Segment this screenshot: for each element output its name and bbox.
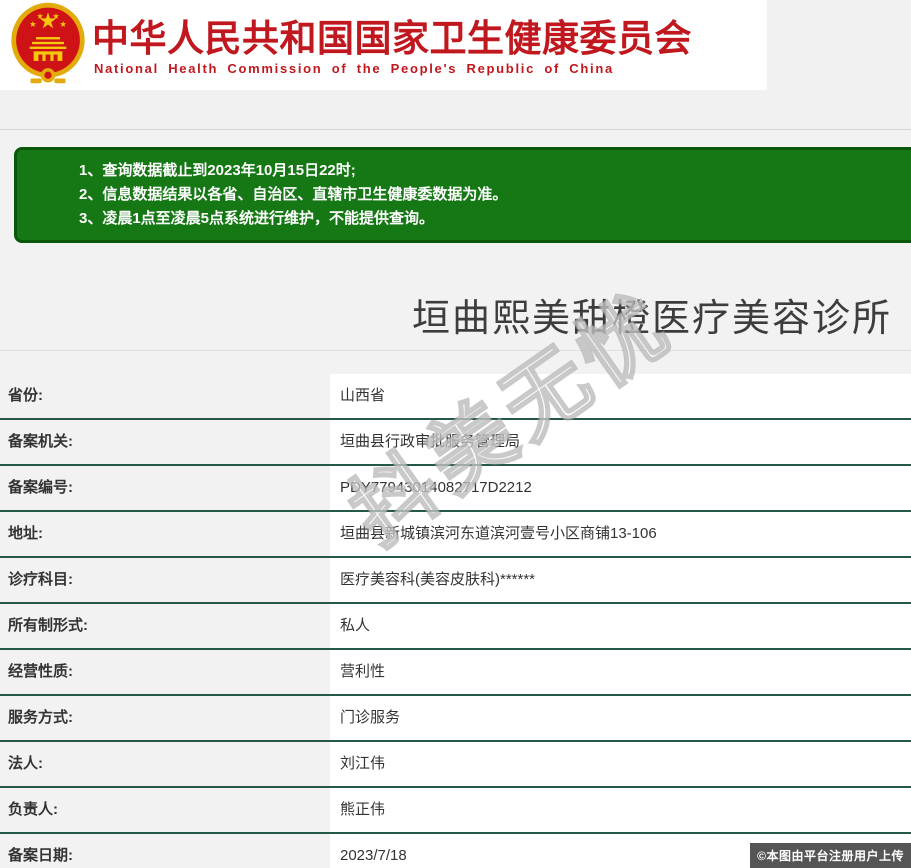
table-row: 备案机关: 垣曲县行政审批服务管理局 bbox=[0, 420, 911, 466]
field-value: 刘江伟 bbox=[330, 742, 911, 786]
table-row: 地址: 垣曲县新城镇滨河东道滨河壹号小区商铺13-106 bbox=[0, 512, 911, 558]
field-label: 备案编号: bbox=[0, 466, 330, 510]
info-table: 省份: 山西省 备案机关: 垣曲县行政审批服务管理局 备案编号: PDY779430140… bbox=[0, 374, 911, 868]
field-label: 法人: bbox=[0, 742, 330, 786]
field-value: 私人 bbox=[330, 604, 911, 648]
table-row: 诊疗科目: 医疗美容科(美容皮肤科)****** bbox=[0, 558, 911, 604]
header-title-en: National Health Commission of the People… bbox=[94, 61, 614, 76]
notice-line-1: 1、查询数据截止到2023年10月15日22时; bbox=[79, 162, 356, 179]
field-label: 负责人: bbox=[0, 788, 330, 832]
field-label: 省份: bbox=[0, 374, 330, 418]
table-top-divider bbox=[0, 350, 911, 351]
table-row: 省份: 山西省 bbox=[0, 374, 911, 420]
field-value: 垣曲县行政审批服务管理局 bbox=[330, 420, 911, 464]
field-label: 服务方式: bbox=[0, 696, 330, 740]
nhc-record-query-page: 中华人民共和国国家卫生健康委员会 National Health Commiss… bbox=[0, 0, 911, 868]
upload-credit-badge: ©本图由平台注册用户上传 bbox=[750, 843, 911, 868]
notice-box: 1、查询数据截止到2023年10月15日22时; 2、信息数据结果以各省、自治区… bbox=[14, 147, 911, 243]
field-label: 备案日期: bbox=[0, 834, 330, 868]
table-row: 所有制形式: 私人 bbox=[0, 604, 911, 650]
header-title-cn: 中华人民共和国国家卫生健康委员会 bbox=[92, 18, 692, 59]
field-value: 医疗美容科(美容皮肤科)****** bbox=[330, 558, 911, 602]
field-label: 备案机关: bbox=[0, 420, 330, 464]
field-label: 经营性质: bbox=[0, 650, 330, 694]
table-row: 法人: 刘江伟 bbox=[0, 742, 911, 788]
field-label: 所有制形式: bbox=[0, 604, 330, 648]
table-row: 备案编号: PDY77943014082717D2212 bbox=[0, 466, 911, 512]
table-row: 负责人: 熊正伟 bbox=[0, 788, 911, 834]
table-row: 服务方式: 门诊服务 bbox=[0, 696, 911, 742]
field-value: 营利性 bbox=[330, 650, 911, 694]
field-label: 地址: bbox=[0, 512, 330, 556]
field-value: 门诊服务 bbox=[330, 696, 911, 740]
field-value: 山西省 bbox=[330, 374, 911, 418]
notice-line-2: 2、信息数据结果以各省、自治区、直辖市卫生健康委数据为准。 bbox=[79, 186, 508, 203]
notice-line-3: 3、凌晨1点至凌晨5点系统进行维护，不能提供查询。 bbox=[79, 210, 435, 227]
institution-name-title: 垣曲熙美甜橙医疗美容诊所 bbox=[412, 298, 893, 340]
field-value: 垣曲县新城镇滨河东道滨河壹号小区商铺13-106 bbox=[330, 512, 911, 556]
field-label: 诊疗科目: bbox=[0, 558, 330, 602]
field-value: PDY77943014082717D2212 bbox=[330, 466, 911, 510]
header-banner: 中华人民共和国国家卫生健康委员会 National Health Commiss… bbox=[0, 0, 767, 90]
china-national-emblem-icon bbox=[11, 2, 85, 84]
field-value: 熊正伟 bbox=[330, 788, 911, 832]
table-row: 经营性质: 营利性 bbox=[0, 650, 911, 696]
